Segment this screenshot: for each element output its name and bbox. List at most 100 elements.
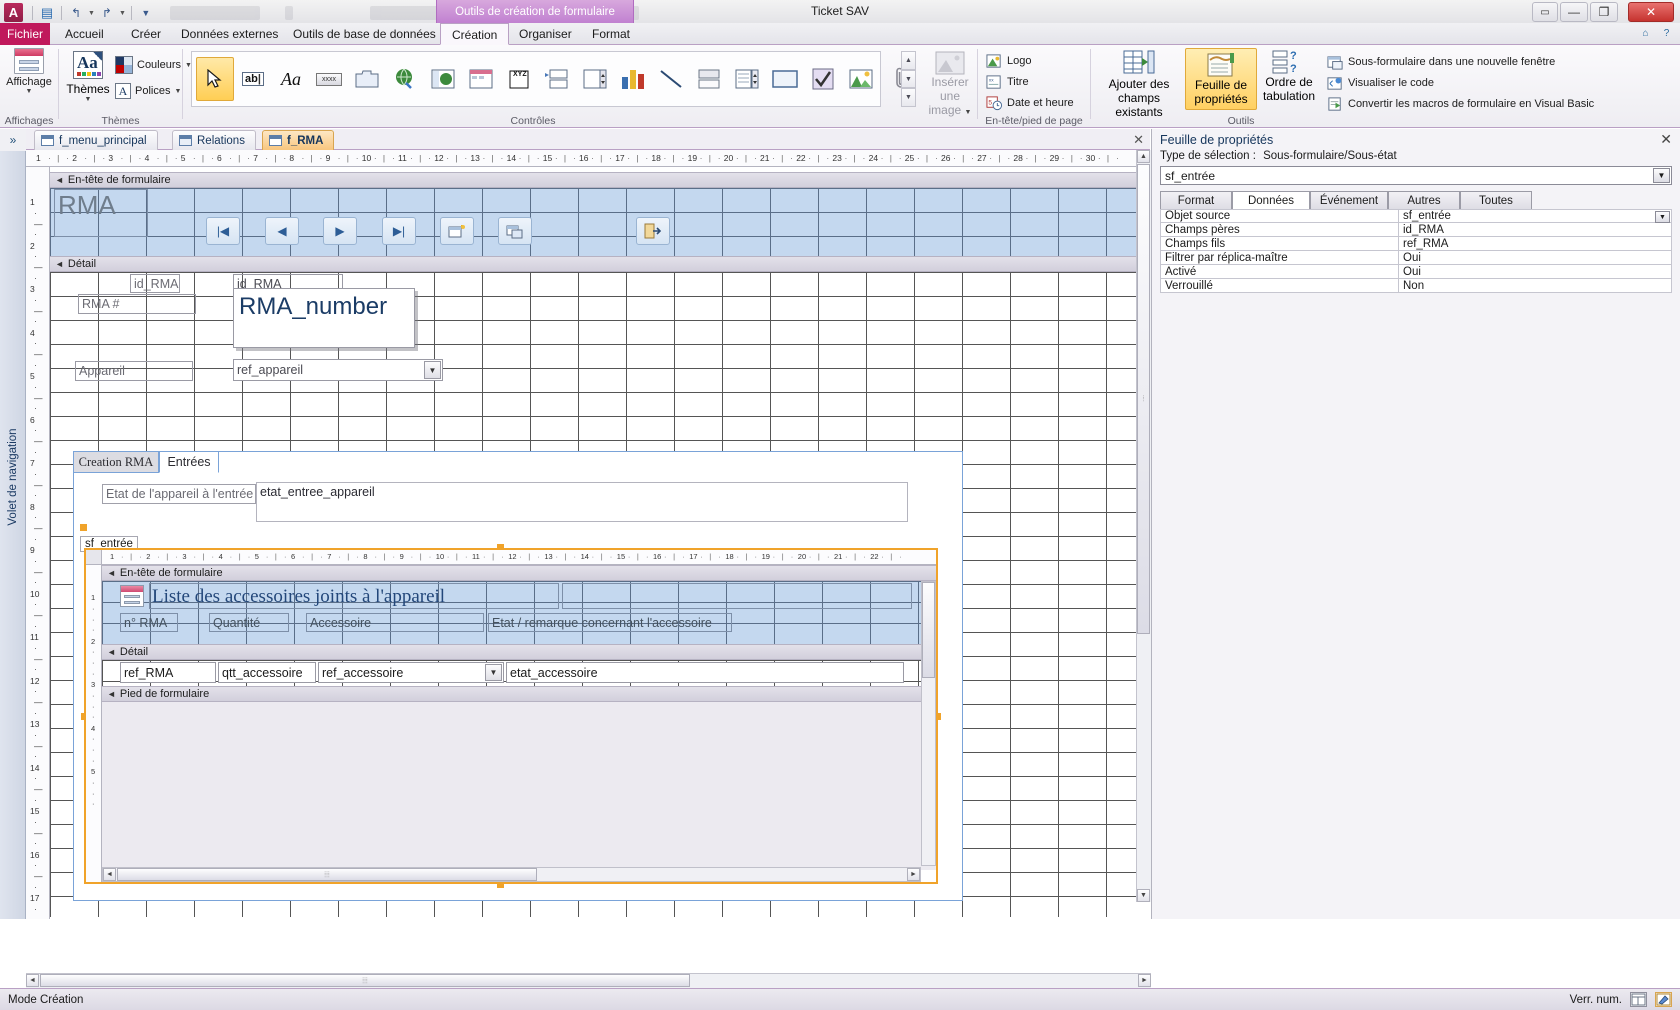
rma-hash-label[interactable]: RMA # (78, 294, 196, 314)
chevron-down-icon[interactable]: ▼ (26, 88, 33, 95)
tab-format[interactable]: Format (581, 23, 641, 45)
tab-donnees-externes[interactable]: Données externes (170, 23, 289, 45)
subform-inner-canvas[interactable]: ◄ En-tête de formulaire Liste des access… (102, 565, 936, 882)
tab-outils-bdd[interactable]: Outils de base de données (282, 23, 447, 45)
last-record-button[interactable]: ▶| (382, 217, 416, 245)
web-browser-icon[interactable] (424, 57, 462, 101)
tab-organiser[interactable]: Organiser (508, 23, 583, 45)
subform-vscroll-thumb[interactable] (922, 582, 935, 678)
rectangle-icon[interactable] (766, 57, 804, 101)
column-header-quantite[interactable]: Quantité (209, 613, 289, 632)
ps-tab-toutes[interactable]: Toutes (1460, 191, 1532, 210)
help-icon[interactable]: ? (1659, 26, 1674, 41)
form-hscroll-thumb[interactable]: ⦙⦙⦙ (40, 974, 690, 987)
ps-tab-evenement[interactable]: Événement (1310, 191, 1388, 210)
subform-hscroll-left-icon[interactable]: ◄ (103, 868, 116, 881)
affichage-button[interactable]: Affichage ▼ (0, 45, 58, 109)
convertir-macros-button[interactable]: Convertir les macros de formulaire en Vi… (1327, 94, 1594, 114)
subform-hscroll-thumb[interactable]: ⦙⦙⦙ (117, 868, 537, 881)
subform-section-bar-footer[interactable]: ◄ Pied de formulaire (102, 686, 936, 702)
form-vscroll-up-icon[interactable]: ▲ (1137, 150, 1150, 163)
subform-footer-area[interactable] (102, 702, 936, 870)
subform-section-bar-detail[interactable]: ◄ Détail (102, 644, 936, 660)
first-record-button[interactable]: |◀ (206, 217, 240, 245)
column-header-etat-remarque[interactable]: Etat / remarque concernant l'accessoire (488, 613, 732, 632)
form-hscroll-left-icon[interactable]: ◄ (26, 974, 39, 987)
property-row[interactable]: Champs pères id_RMA (1160, 223, 1672, 237)
navigation-pane[interactable]: Volet de navigation (0, 151, 26, 919)
navigation-control-icon[interactable] (462, 57, 500, 101)
etat-appareil-entree-label[interactable]: Etat de l'appareil à l'entrée (102, 484, 256, 504)
ref-appareil-combobox[interactable]: ref_appareil ▼ (233, 359, 443, 381)
window-minimize-button[interactable]: — (1560, 2, 1588, 22)
gallery-scroll-buttons[interactable]: ▲ ▼ ▼ (901, 51, 916, 108)
ordre-tabulation-button[interactable]: ? ? Ordre de tabulation (1259, 49, 1319, 103)
property-value[interactable]: Oui (1399, 265, 1671, 278)
tab-creation-rma[interactable]: Creation RMA (73, 451, 159, 473)
ajouter-champs-button[interactable]: Ajouter des champs existants (1095, 49, 1183, 119)
etat-accessoire-field[interactable]: etat_accessoire (506, 662, 904, 683)
form-hscroll-right-icon[interactable]: ► (1138, 974, 1151, 987)
subform-move-handle[interactable] (80, 524, 87, 531)
hyperlink-icon[interactable] (386, 57, 424, 101)
inserer-image-button[interactable]: Insérer une image ▼ (920, 51, 980, 117)
property-row[interactable]: Verrouillé Non (1160, 279, 1672, 293)
tab-creer[interactable]: Créer (120, 23, 172, 45)
section-bar-form-header[interactable]: ◄ En-tête de formulaire (50, 172, 1136, 188)
tab-creation[interactable]: Création (440, 23, 510, 45)
property-row[interactable]: Activé Oui (1160, 265, 1672, 279)
collapse-arrow-icon[interactable]: ◄ (107, 568, 116, 578)
line-icon[interactable] (652, 57, 690, 101)
chart-icon[interactable] (614, 57, 652, 101)
theme-colors-button[interactable]: Couleurs ▼ (115, 55, 192, 75)
tab-accueil[interactable]: Accueil (54, 23, 115, 45)
property-value[interactable]: sf_entrée ▼ (1399, 210, 1671, 223)
ps-tab-format[interactable]: Format (1160, 191, 1232, 210)
subform-resize-handle-bottom[interactable] (497, 881, 504, 888)
date-heure-button[interactable]: 5 Date et heure (986, 93, 1074, 113)
window-maximize-button[interactable]: ❐ (1590, 2, 1618, 22)
collapse-arrow-icon[interactable]: ◄ (107, 689, 116, 699)
property-row[interactable]: Objet source sf_entrée ▼ (1160, 209, 1672, 223)
list-box-icon[interactable] (576, 57, 614, 101)
new-record-button[interactable] (440, 217, 474, 245)
exit-button[interactable] (636, 217, 670, 245)
property-row[interactable]: Champs fils ref_RMA (1160, 237, 1672, 251)
collapse-arrow-icon[interactable]: ◄ (55, 259, 64, 269)
label-icon[interactable]: Aa (272, 57, 310, 101)
previous-record-button[interactable]: ◀ (265, 217, 299, 245)
selected-object-combobox[interactable]: sf_entrée ▼ (1160, 166, 1672, 185)
chevron-down-icon[interactable]: ▼ (1653, 168, 1670, 183)
fonts-chevron-down-icon[interactable]: ▼ (174, 88, 181, 95)
check-box-icon[interactable] (804, 57, 842, 101)
ref-accessoire-combobox[interactable]: ref_accessoire ▼ (318, 662, 504, 683)
window-close-button[interactable]: ✕ (1628, 2, 1674, 22)
combo-box-icon[interactable] (538, 57, 576, 101)
form-vscroll-thumb[interactable]: ⦙ (1137, 164, 1150, 634)
qtt-accessoire-field[interactable]: qtt_accessoire (218, 662, 316, 683)
visualiser-code-button[interactable]: Visualiser le code (1327, 73, 1434, 93)
subform-hscroll-right-icon[interactable]: ► (907, 868, 920, 881)
close-document-icon[interactable]: ✕ (1133, 132, 1144, 148)
gallery-scroll-up-icon[interactable]: ▲ (901, 51, 916, 70)
subform-title-label[interactable]: Liste des accessoires joints à l'apparei… (149, 583, 559, 609)
appareil-label[interactable]: Appareil (75, 361, 193, 381)
property-row[interactable]: Filtrer par réplica-maître Oui (1160, 251, 1672, 265)
insert-image-chevron-down-icon[interactable]: ▼ (965, 109, 972, 116)
controls-gallery[interactable]: ab| Aa xxxx XYZ (191, 51, 881, 107)
ps-tab-donnees[interactable]: Données (1232, 191, 1310, 210)
property-value[interactable]: Non (1399, 279, 1671, 292)
section-bar-detail[interactable]: ◄ Détail (50, 256, 1136, 272)
collapse-arrow-icon[interactable]: ◄ (55, 175, 64, 185)
theme-fonts-button[interactable]: A Polices ▼ (115, 81, 181, 101)
rma-title-label[interactable]: RMA (54, 189, 148, 237)
tab-control[interactable]: Creation RMA Entrées Etat de l'appareil … (73, 451, 963, 901)
column-header-num-rma[interactable]: n° RMA (120, 613, 178, 632)
textbox-icon[interactable]: ab| (234, 57, 272, 101)
next-record-button[interactable]: ▶ (323, 217, 357, 245)
feuille-proprietes-button[interactable]: Feuille de propriétés (1185, 48, 1257, 110)
gallery-scroll-down-icon[interactable]: ▼ (901, 69, 916, 89)
form-horizontal-scrollbar[interactable]: ◄ ► ⦙⦙⦙ (26, 973, 1151, 988)
tab-control-icon[interactable] (348, 57, 386, 101)
tab-fichier[interactable]: Fichier (0, 23, 50, 45)
